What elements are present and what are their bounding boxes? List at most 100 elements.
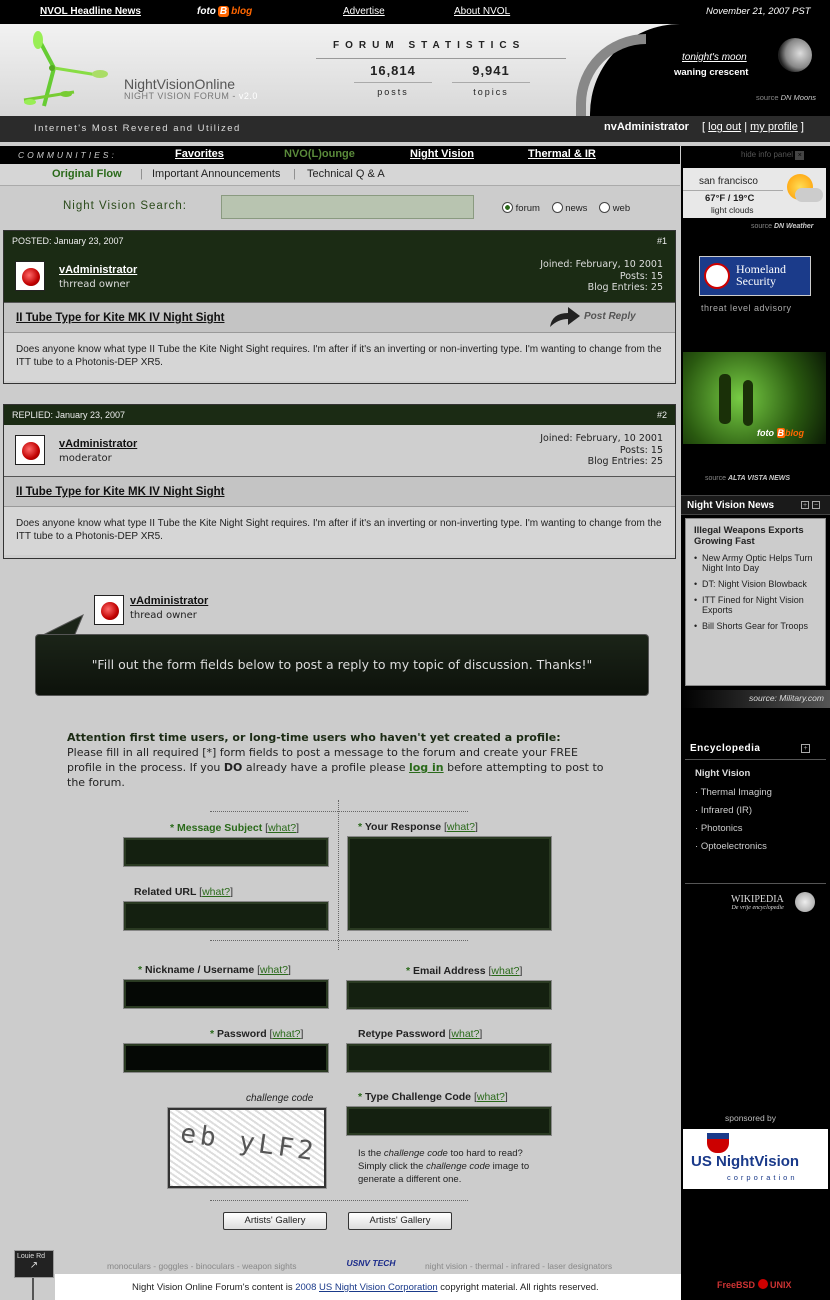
site-logo-icon[interactable] xyxy=(14,28,114,112)
hide-panel-link[interactable]: hide info panel × xyxy=(741,150,805,160)
what-link[interactable]: what? xyxy=(260,964,288,976)
what-link[interactable]: what? xyxy=(272,1028,300,1040)
challenge-input[interactable] xyxy=(346,1106,552,1136)
radio-forum[interactable]: forum xyxy=(502,202,540,214)
enc-item[interactable]: · Optoelectronics xyxy=(695,841,816,852)
avatar[interactable] xyxy=(15,435,45,465)
moon-source: source DN Moons xyxy=(756,93,816,102)
radio-news[interactable]: news xyxy=(551,202,587,214)
nickname-input[interactable] xyxy=(123,979,329,1009)
post-username[interactable]: vAdministrator xyxy=(59,438,137,450)
news-item-text: New Army Optic Helps Turn Night Into Day xyxy=(702,553,813,573)
bubble-username[interactable]: vAdministrator xyxy=(130,595,208,607)
tab-nvo-lounge[interactable]: NVO(L)ounge xyxy=(284,148,355,160)
subtab-original-flow[interactable]: Original Flow xyxy=(52,168,122,180)
gallery-button-1[interactable]: Artists' Gallery xyxy=(223,1212,327,1230)
weather-source-name: DN Weather xyxy=(773,223,814,230)
subtab-announcements[interactable]: Important Announcements xyxy=(152,168,280,180)
radio-web[interactable]: web xyxy=(599,202,630,214)
weather-source: source DN Weather xyxy=(751,223,814,230)
news-headline[interactable]: Illegal Weapons Exports Growing Fast xyxy=(694,525,817,547)
collapse-icon[interactable]: − xyxy=(812,501,820,509)
post-2: REPLIED: January 23, 2007 #2 vAdministrat… xyxy=(3,404,676,559)
post-reply-button[interactable]: Post Reply xyxy=(584,311,636,322)
related-url-input[interactable] xyxy=(123,901,329,931)
post-username[interactable]: vAdministrator xyxy=(59,264,137,276)
enc-heading[interactable]: Night Vision xyxy=(695,768,816,779)
news-list: Illegal Weapons Exports Growing Fast • Ne… xyxy=(685,518,826,686)
enc-item[interactable]: · Thermal Imaging xyxy=(695,787,816,798)
subtab-technical[interactable]: Technical Q & A xyxy=(307,168,385,180)
what-link[interactable]: what? xyxy=(268,822,296,834)
what-link[interactable]: what? xyxy=(477,1091,505,1103)
topics-label: topics xyxy=(473,87,509,97)
related-url-text: Related URL xyxy=(134,886,197,898)
wikipedia-globe-icon xyxy=(795,892,815,912)
moon-icon xyxy=(778,38,812,72)
moon-swoosh xyxy=(576,34,646,116)
subject-input[interactable] xyxy=(123,837,329,867)
what-link[interactable]: what? xyxy=(451,1028,479,1040)
joined-text: Joined: February, 10 2001 xyxy=(540,259,663,270)
response-textarea[interactable] xyxy=(347,836,552,931)
cloud-icon xyxy=(795,188,823,202)
footer-right-links: night vision - thermal - infrared - lase… xyxy=(425,1261,613,1271)
tab-favorites[interactable]: Favorites xyxy=(175,148,224,160)
news-item-text: ITT Fined for Night Vision Exports xyxy=(702,595,804,615)
login-link[interactable]: log in xyxy=(409,761,444,774)
soldier-silhouette xyxy=(743,380,753,426)
what-link[interactable]: what? xyxy=(447,821,475,833)
enc-item[interactable]: · Photonics xyxy=(695,823,816,834)
advertise-link[interactable]: Advertise xyxy=(343,6,385,17)
about-link[interactable]: About NVOL xyxy=(454,6,510,17)
retype-password-input[interactable] xyxy=(346,1043,552,1073)
post-body: Does anyone know what type II Tube the K… xyxy=(4,333,675,381)
enc-item-text: Thermal Imaging xyxy=(700,787,772,798)
my-profile-link[interactable]: my profile xyxy=(750,121,798,133)
search-input[interactable] xyxy=(221,195,474,219)
usnv-tech-logo[interactable]: USNV TECH xyxy=(331,1258,411,1272)
reply-arrow-icon[interactable] xyxy=(546,305,582,329)
night-vision-photo[interactable]: foto Bblog xyxy=(683,352,826,444)
tab-night-vision[interactable]: Night Vision xyxy=(410,148,474,160)
sponsor-logo[interactable]: US NightVision corporation xyxy=(683,1129,828,1189)
site-subtitle: NIGHT VISION FORUM - v2.0 xyxy=(124,91,258,101)
radio-news-icon xyxy=(551,202,563,213)
news-item[interactable]: • Bill Shorts Gear for Troops xyxy=(694,621,817,631)
expand-icon[interactable]: + xyxy=(801,744,810,753)
blog-text: blog xyxy=(785,428,805,438)
photo-source-prefix: source xyxy=(705,475,727,482)
fotoblog-logo[interactable]: foto Bblog xyxy=(197,6,252,17)
news-item[interactable]: • DT: Night Vision Blowback xyxy=(694,579,817,589)
logout-link[interactable]: log out xyxy=(708,121,741,133)
header: NightVisionOnline NIGHT VISION FORUM - v… xyxy=(0,24,830,116)
homeland-security-banner[interactable]: Homeland Security xyxy=(699,256,811,296)
what-link[interactable]: what? xyxy=(202,886,230,898)
what-link[interactable]: what? xyxy=(491,965,519,977)
password-label: * Password [what?] xyxy=(210,1028,304,1040)
enc-item[interactable]: · Infrared (IR) xyxy=(695,805,816,816)
wikipedia-logo[interactable]: WIKIPEDIA De vrije encyclopedie xyxy=(731,894,784,911)
password-input[interactable] xyxy=(123,1043,329,1073)
headline-news-link[interactable]: NVOL Headline News xyxy=(40,6,141,17)
close-icon[interactable]: × xyxy=(795,151,805,160)
gallery-button-2[interactable]: Artists' Gallery xyxy=(348,1212,452,1230)
avatar[interactable] xyxy=(15,261,45,291)
email-input[interactable] xyxy=(346,980,552,1010)
password-label-text: Password xyxy=(217,1028,267,1040)
subtabs-bar: Original Flow | Important Announcements … xyxy=(0,164,680,186)
copyright-link[interactable]: US Night Vision Corporation xyxy=(319,1282,438,1293)
avatar[interactable] xyxy=(94,595,124,625)
expand-icon[interactable]: + xyxy=(801,501,809,509)
copyright-year: 2008 xyxy=(295,1282,317,1293)
freebsd-badge[interactable]: FreeBSD UNIX xyxy=(717,1279,792,1290)
news-item[interactable]: • New Army Optic Helps Turn Night Into Da… xyxy=(694,553,817,573)
sponsor-sub: corporation xyxy=(727,1173,798,1182)
news-item[interactable]: • ITT Fined for Night Vision Exports xyxy=(694,595,817,615)
footer-left-links: monoculars - goggles - binoculars - weap… xyxy=(107,1261,297,1271)
posts-text: Posts: 15 xyxy=(619,270,663,282)
captcha-image[interactable]: eb yLF2 xyxy=(167,1107,327,1189)
post-title[interactable]: II Tube Type for Kite MK IV Night Sight xyxy=(16,486,224,498)
post-title[interactable]: II Tube Type for Kite MK IV Night Sight xyxy=(16,312,224,324)
tab-thermal-ir[interactable]: Thermal & IR xyxy=(528,148,596,160)
